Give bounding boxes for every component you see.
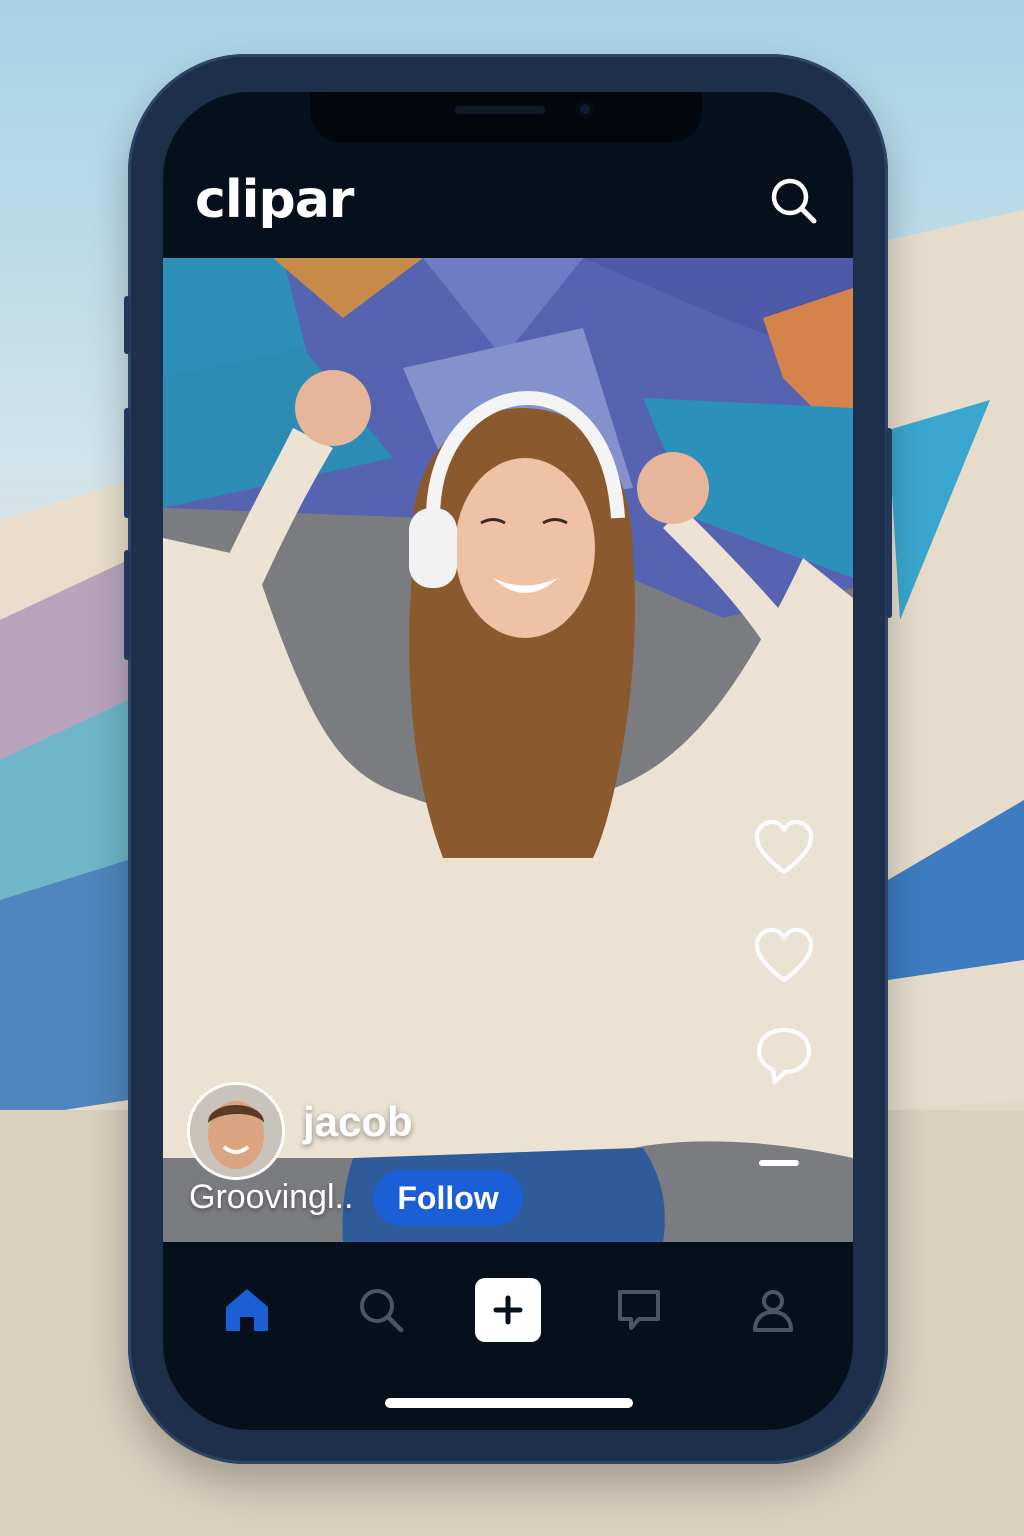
front-camera: [576, 100, 594, 118]
volume-down-button: [124, 550, 130, 660]
create-post-button[interactable]: [475, 1278, 541, 1342]
heart-icon[interactable]: [753, 926, 815, 988]
nav-messages[interactable]: [611, 1282, 667, 1338]
heart-icon[interactable]: [753, 818, 815, 880]
username[interactable]: jacob: [303, 1098, 413, 1146]
mute-switch: [124, 296, 130, 354]
search-icon: [360, 1289, 404, 1333]
plus-icon: [493, 1295, 523, 1325]
phone-screen: clipar jacob Groovingl.. Follow: [163, 92, 853, 1430]
caption-text: Groovingl..: [189, 1178, 354, 1216]
home-indicator[interactable]: [385, 1398, 633, 1408]
notch: [310, 92, 702, 142]
follow-button[interactable]: Follow: [373, 1170, 523, 1226]
nav-search[interactable]: [353, 1282, 409, 1338]
avatar-image: [190, 1085, 282, 1177]
comment-icon[interactable]: [753, 1024, 815, 1086]
avatar[interactable]: [187, 1082, 285, 1180]
nav-profile[interactable]: [745, 1282, 801, 1338]
more-dash[interactable]: [759, 1160, 799, 1166]
power-button: [886, 428, 892, 618]
profile-icon: [753, 1290, 793, 1332]
search-icon[interactable]: [769, 176, 819, 226]
nav-home[interactable]: [219, 1282, 275, 1338]
chat-icon: [618, 1290, 660, 1330]
bottom-nav: [163, 1242, 853, 1372]
speaker-grille: [455, 106, 545, 114]
home-icon: [226, 1289, 268, 1331]
volume-up-button: [124, 408, 130, 518]
app-title: clipar: [195, 170, 354, 230]
video-post[interactable]: jacob Groovingl.. Follow: [163, 258, 853, 1242]
